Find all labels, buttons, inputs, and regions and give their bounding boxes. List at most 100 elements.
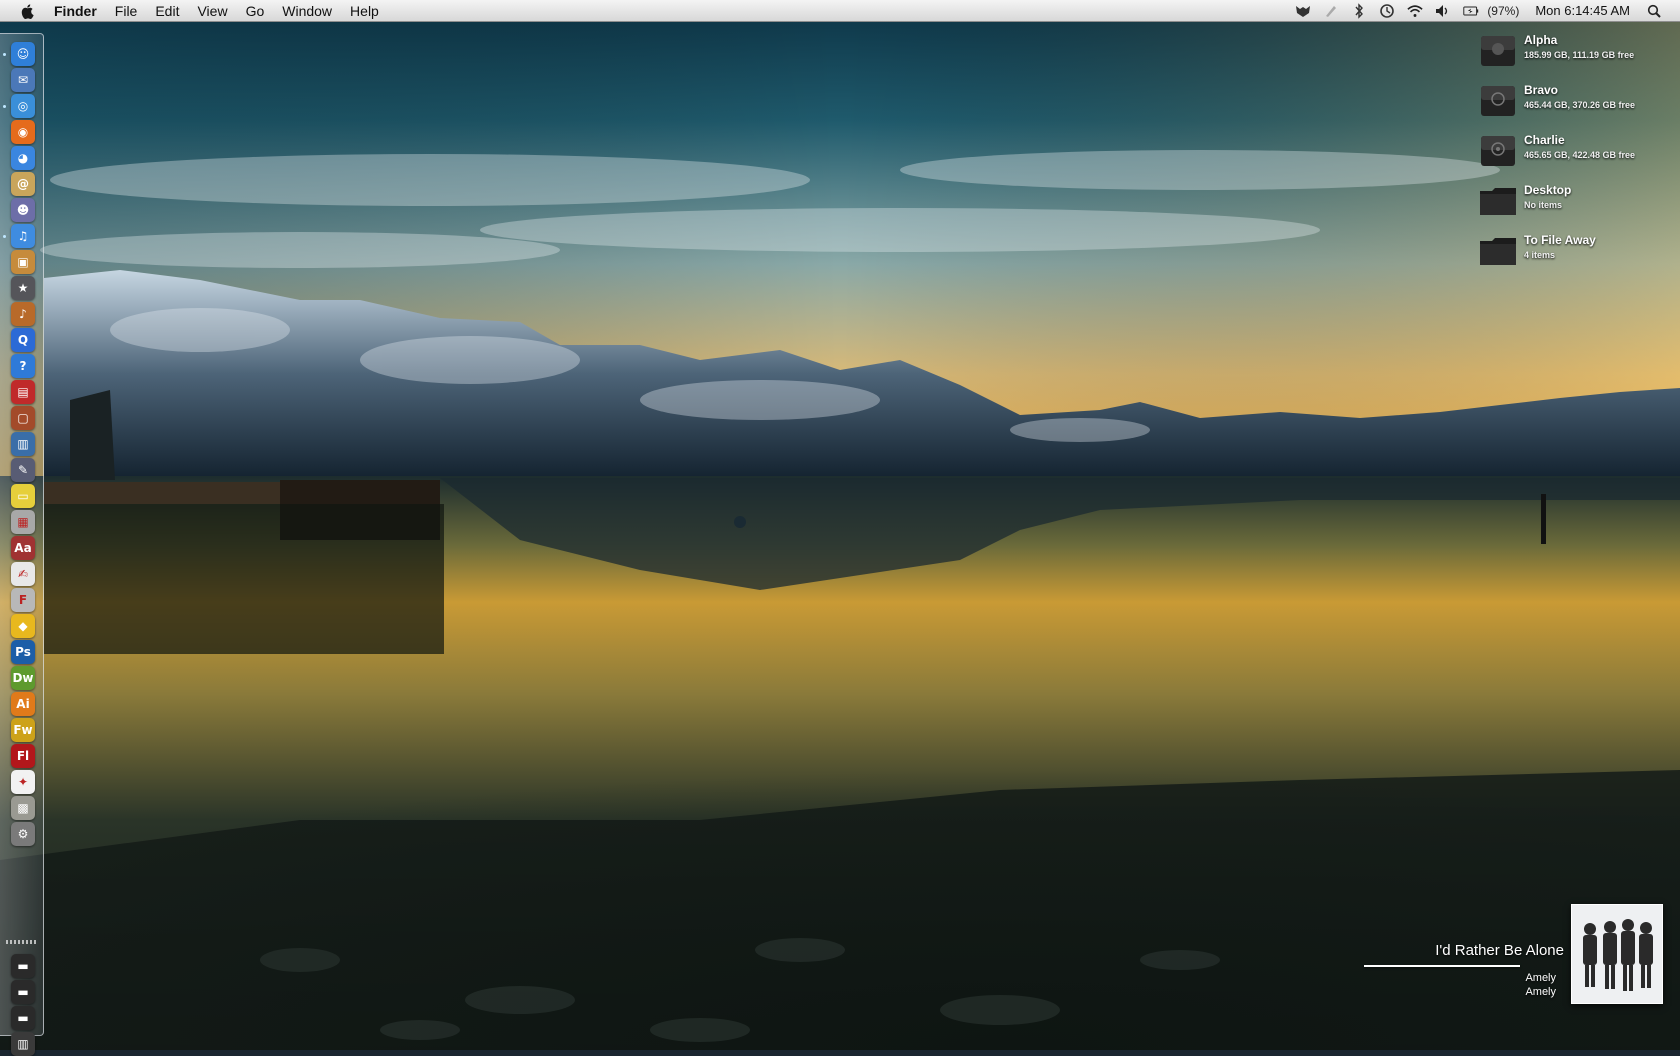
dock-app-textedit[interactable]: ✍	[11, 562, 35, 586]
time-machine-icon[interactable]	[1379, 3, 1395, 19]
acrobat-icon: ✦	[17, 775, 29, 789]
menu-app-finder[interactable]: Finder	[48, 0, 106, 22]
dock-app-stickies[interactable]: ▭	[11, 484, 35, 508]
menu-bar: Finder File Edit View Go Window Help (97…	[0, 0, 1680, 22]
stickies-icon: ▭	[17, 489, 29, 503]
photo-app-icon: ▤	[17, 385, 29, 399]
volume-icon[interactable]	[1435, 3, 1451, 19]
dock-app-ichat[interactable]: ◕	[11, 146, 35, 170]
dock-app-preview[interactable]: ?	[11, 354, 35, 378]
dock-app-garageband[interactable]: ♪	[11, 302, 35, 326]
menu-go[interactable]: Go	[237, 0, 274, 22]
dock-trash[interactable]: ▥	[11, 1032, 35, 1056]
textedit-icon: ✍	[17, 567, 29, 581]
now-playing-title: I'd Rather Be Alone	[1435, 942, 1564, 959]
photo-booth-icon: ☻	[16, 203, 30, 217]
dock-app-finder[interactable]: ☺	[11, 42, 35, 66]
dock-app-dreamweaver[interactable]: Dw	[11, 666, 35, 690]
font-book-icon: F	[18, 593, 28, 607]
dock-app-photo-booth[interactable]: ☻	[11, 198, 35, 222]
dock-app-dictionary[interactable]: Aa	[11, 536, 35, 560]
dock-app-grab[interactable]: ▢	[11, 406, 35, 430]
desktop-item-name: Charlie	[1524, 133, 1565, 147]
dock-app-photo-app[interactable]: ▤	[11, 380, 35, 404]
dock-app-quicktime[interactable]: Q	[11, 328, 35, 352]
desktop-item-to-file-away[interactable]: To File Away 4 items	[1478, 233, 1678, 273]
dock-app-acrobat[interactable]: ✦	[11, 770, 35, 794]
menu-help[interactable]: Help	[341, 0, 388, 22]
safari-icon: ◎	[17, 99, 29, 113]
dock-documents-folder[interactable]: ▬	[11, 980, 35, 1004]
dock-app-adium[interactable]: ◆	[11, 614, 35, 638]
dock-app-script-editor[interactable]: ✎	[11, 458, 35, 482]
dock-app-itunes[interactable]: ♫	[11, 224, 35, 248]
dock-app-system-preferences[interactable]: ⚙	[11, 822, 35, 846]
dock-app-firefox[interactable]: ◉	[11, 120, 35, 144]
desktop-item-info: 185.99 GB, 111.19 GB free	[1524, 50, 1635, 60]
menu-edit[interactable]: Edit	[146, 0, 188, 22]
documents-folder-icon: ▬	[17, 985, 29, 999]
desktop-item-name: To File Away	[1524, 233, 1596, 247]
applications-folder-icon: ▬	[17, 959, 29, 973]
desktop-item-name: Alpha	[1524, 33, 1558, 47]
imovie-icon: ★	[17, 281, 29, 295]
now-playing-artist: Amely	[1525, 972, 1556, 984]
firefox-icon: ◉	[17, 125, 29, 139]
ichat-icon: ◕	[17, 151, 29, 165]
wifi-icon[interactable]	[1407, 3, 1423, 19]
dock-app-iphoto[interactable]: ▣	[11, 250, 35, 274]
spotlight-icon[interactable]	[1646, 3, 1662, 19]
desktop-item-alpha[interactable]: Alpha 185.99 GB, 111.19 GB free	[1478, 33, 1678, 73]
dock-separator	[6, 940, 38, 944]
menu-view[interactable]: View	[188, 0, 236, 22]
dock-app-address-book[interactable]: @	[11, 172, 35, 196]
dock-app-illustrator[interactable]: Ai	[11, 692, 35, 716]
scripts-icon[interactable]	[1323, 3, 1339, 19]
desktop-item-info: 465.65 GB, 422.48 GB free	[1524, 150, 1636, 160]
dock-app-photoshop[interactable]: Ps	[11, 640, 35, 664]
downloads-folder-icon: ▬	[17, 1011, 29, 1025]
dock-downloads-folder[interactable]: ▬	[11, 1006, 35, 1030]
menu-window[interactable]: Window	[273, 0, 341, 22]
grab-icon: ▢	[17, 411, 29, 425]
dock-app-installer[interactable]: ▩	[11, 796, 35, 820]
dock-app-flash[interactable]: Fl	[11, 744, 35, 768]
activity-monitor-icon: ▥	[17, 437, 29, 451]
desktop-item-desktop-folder[interactable]: Desktop No items	[1478, 183, 1678, 223]
hard-drive-icon	[1481, 36, 1515, 66]
running-indicator	[3, 235, 6, 238]
menu-file[interactable]: File	[106, 0, 147, 22]
dock-app-calculator[interactable]: ▦	[11, 510, 35, 534]
desktop-item-bravo[interactable]: Bravo 465.44 GB, 370.26 GB free	[1478, 83, 1678, 123]
now-playing-divider	[1364, 965, 1520, 967]
installer-icon: ▩	[17, 801, 29, 815]
dock-app-safari[interactable]: ◎	[11, 94, 35, 118]
album-art[interactable]	[1571, 904, 1663, 1004]
dock-app-mail-stamp[interactable]: ✉	[11, 68, 35, 92]
dock-applications-folder[interactable]: ▬	[11, 954, 35, 978]
apple-logo-icon[interactable]	[20, 3, 36, 19]
photoshop-icon: Ps	[15, 645, 31, 659]
bluetooth-icon[interactable]	[1351, 2, 1367, 19]
desktop-wallpaper	[0, 0, 1680, 1050]
battery-icon[interactable]	[1463, 3, 1479, 19]
quicktime-icon: Q	[17, 333, 29, 347]
desktop-item-info: No items	[1524, 200, 1563, 210]
menubar-clock[interactable]: Mon 6:14:45 AM	[1529, 3, 1636, 18]
flash-icon: Fl	[16, 749, 30, 763]
iphoto-icon: ▣	[17, 255, 29, 269]
desktop-item-info: 4 items	[1524, 250, 1556, 260]
dock-app-font-book[interactable]: F	[11, 588, 35, 612]
mail-stamp-icon: ✉	[17, 73, 29, 87]
folder-icon	[1480, 188, 1516, 215]
growl-icon[interactable]	[1295, 3, 1311, 19]
preview-icon: ?	[19, 359, 27, 373]
desktop-item-info: 465.44 GB, 370.26 GB free	[1524, 100, 1636, 110]
dock-app-imovie[interactable]: ★	[11, 276, 35, 300]
dock-app-fireworks[interactable]: Fw	[11, 718, 35, 742]
dock-app-activity-monitor[interactable]: ▥	[11, 432, 35, 456]
system-preferences-icon: ⚙	[17, 827, 29, 841]
fireworks-icon: Fw	[13, 723, 33, 737]
address-book-icon: @	[17, 177, 29, 191]
desktop-item-charlie[interactable]: Charlie 465.65 GB, 422.48 GB free	[1478, 133, 1678, 173]
